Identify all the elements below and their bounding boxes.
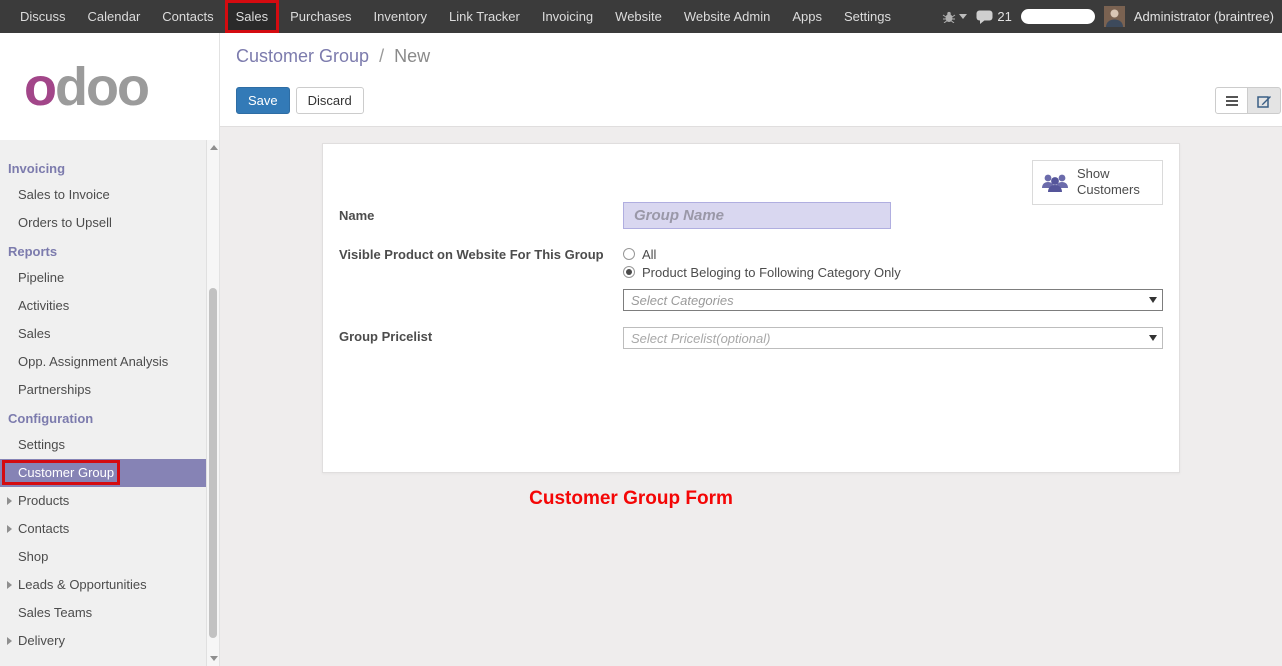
- top-navbar: Discuss Calendar Contacts Sales Purchase…: [0, 0, 1282, 33]
- dropdown-caret-icon: [1149, 335, 1157, 341]
- sidebar-item-settings[interactable]: Settings: [0, 431, 206, 459]
- list-icon: [1225, 95, 1239, 107]
- app-sidebar: odoo Invoicing Sales to Invoice Orders t…: [0, 33, 220, 666]
- sidebar-item-label: Customer Group: [18, 465, 114, 480]
- timer-widget[interactable]: [1021, 9, 1095, 24]
- menu-heading-reports: Reports: [0, 237, 206, 264]
- nav-website[interactable]: Website: [604, 0, 673, 33]
- save-button[interactable]: Save: [236, 87, 290, 114]
- menu-heading-invoicing: Invoicing: [0, 154, 206, 181]
- sidebar-item-leads-opportunities[interactable]: Leads & Opportunities: [0, 571, 206, 599]
- sidebar-scrollbar[interactable]: [206, 140, 219, 666]
- sidebar-menu: Invoicing Sales to Invoice Orders to Ups…: [0, 140, 206, 666]
- nav-apps[interactable]: Apps: [781, 0, 833, 33]
- scrollbar-thumb[interactable]: [209, 288, 217, 638]
- list-view-button[interactable]: [1215, 87, 1248, 114]
- nav-discuss[interactable]: Discuss: [9, 0, 77, 33]
- nav-contacts[interactable]: Contacts: [151, 0, 224, 33]
- sidebar-item-sales-teams[interactable]: Sales Teams: [0, 599, 206, 627]
- radio-label: Product Beloging to Following Category O…: [642, 265, 901, 280]
- edit-form-icon: [1257, 94, 1272, 108]
- show-customers-label: Show Customers: [1077, 166, 1141, 199]
- nav-inventory[interactable]: Inventory: [363, 0, 438, 33]
- nav-invoicing[interactable]: Invoicing: [531, 0, 604, 33]
- pricelist-label: Group Pricelist: [339, 327, 623, 349]
- bug-icon: [942, 11, 956, 23]
- nav-sales[interactable]: Sales: [225, 0, 280, 33]
- pricelist-select-placeholder: Select Pricelist(optional): [631, 331, 770, 346]
- menu-heading-configuration: Configuration: [0, 404, 206, 431]
- main-area: Customer Group / New Save Discard: [220, 33, 1282, 666]
- sidebar-item-opp-assignment-analysis[interactable]: Opp. Assignment Analysis: [0, 348, 206, 376]
- sidebar-item-label: Delivery: [18, 633, 65, 648]
- expand-arrow-icon: [7, 637, 12, 645]
- pricelist-field-cell: Select Pricelist(optional): [623, 327, 1163, 349]
- radio-label: All: [642, 247, 656, 262]
- sidebar-item-label: Contacts: [18, 521, 69, 536]
- sidebar-item-sales[interactable]: Sales: [0, 320, 206, 348]
- sidebar-item-products[interactable]: Products: [0, 487, 206, 515]
- name-label: Name: [339, 202, 623, 229]
- visibility-label: Visible Product on Website For This Grou…: [339, 245, 623, 311]
- nav-settings[interactable]: Settings: [833, 0, 902, 33]
- name-field-cell: [623, 202, 1163, 229]
- sidebar-item-contacts[interactable]: Contacts: [0, 515, 206, 543]
- odoo-logo[interactable]: odoo: [24, 60, 148, 114]
- sidebar-item-activities[interactable]: Activities: [0, 292, 206, 320]
- categories-select[interactable]: Select Categories: [623, 289, 1163, 311]
- breadcrumb: Customer Group / New: [220, 33, 1282, 67]
- avatar[interactable]: [1104, 6, 1125, 27]
- customers-group-icon: [1041, 171, 1069, 193]
- show-customers-button[interactable]: Show Customers: [1032, 160, 1163, 205]
- chevron-down-icon: [959, 14, 967, 19]
- expand-arrow-icon: [7, 581, 12, 589]
- nav-link-tracker[interactable]: Link Tracker: [438, 0, 531, 33]
- dropdown-caret-icon: [1149, 297, 1157, 303]
- form-view-content: Show Customers Name Visible Product on W…: [220, 127, 1282, 666]
- breadcrumb-parent-link[interactable]: Customer Group: [236, 46, 369, 66]
- nav-purchases[interactable]: Purchases: [279, 0, 362, 33]
- radio-checked-icon: [623, 266, 635, 278]
- view-switcher: [1215, 87, 1281, 114]
- nav-website-admin[interactable]: Website Admin: [673, 0, 781, 33]
- discard-button[interactable]: Discard: [296, 87, 364, 114]
- form-sheet: Show Customers Name Visible Product on W…: [322, 143, 1180, 473]
- sidebar-item-label: Products: [18, 493, 69, 508]
- sidebar-item-sales-to-invoice[interactable]: Sales to Invoice: [0, 181, 206, 209]
- form-view-button[interactable]: [1248, 87, 1281, 114]
- pricelist-select[interactable]: Select Pricelist(optional): [623, 327, 1163, 349]
- messages-count: 21: [997, 9, 1011, 24]
- radio-option-all[interactable]: All: [623, 245, 1163, 263]
- user-photo: [1104, 6, 1125, 27]
- debug-menu-icon[interactable]: [942, 11, 967, 23]
- sidebar-item-pipeline[interactable]: Pipeline: [0, 264, 206, 292]
- sidebar-item-shop[interactable]: Shop: [0, 543, 206, 571]
- annotation-caption: Customer Group Form: [220, 488, 1282, 510]
- sidebar-item-customer-group[interactable]: Customer Group: [0, 459, 206, 487]
- messages-button[interactable]: 21: [976, 9, 1011, 24]
- group-name-input[interactable]: [623, 202, 891, 229]
- form-buttons: Save Discard: [236, 87, 364, 114]
- topbar-right-tools: 21 Administrator (braintree): [942, 0, 1282, 33]
- breadcrumb-current: New: [394, 46, 430, 66]
- sidebar-item-label: Leads & Opportunities: [18, 577, 147, 592]
- chat-bubble-icon: [976, 10, 993, 24]
- expand-arrow-icon: [7, 525, 12, 533]
- form-fields: Name Visible Product on Website For This…: [339, 202, 1163, 349]
- categories-select-placeholder: Select Categories: [631, 293, 734, 308]
- scroll-down-icon[interactable]: [210, 656, 218, 661]
- visibility-field-cell: All Product Beloging to Following Catego…: [623, 245, 1163, 311]
- sidebar-item-orders-to-upsell[interactable]: Orders to Upsell: [0, 209, 206, 237]
- sidebar-item-partnerships[interactable]: Partnerships: [0, 376, 206, 404]
- user-menu[interactable]: Administrator (braintree): [1134, 9, 1274, 24]
- breadcrumb-separator: /: [379, 46, 384, 66]
- nav-calendar[interactable]: Calendar: [77, 0, 152, 33]
- expand-arrow-icon: [7, 497, 12, 505]
- scroll-up-icon[interactable]: [210, 145, 218, 150]
- sidebar-item-delivery[interactable]: Delivery: [0, 627, 206, 655]
- logo-block: odoo: [0, 33, 219, 140]
- radio-option-category[interactable]: Product Beloging to Following Category O…: [623, 263, 1163, 281]
- radio-icon: [623, 248, 635, 260]
- control-panel: Customer Group / New Save Discard: [220, 33, 1282, 127]
